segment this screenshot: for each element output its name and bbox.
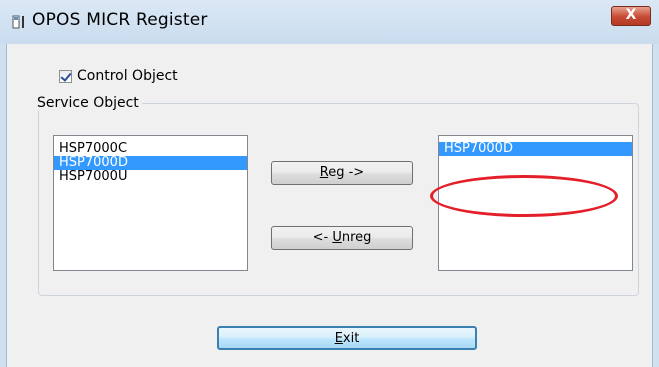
control-object-label: Control Object [77,68,178,84]
register-button-accelerator: R [319,165,329,180]
register-button[interactable]: Reg -> [271,161,413,185]
title-bar[interactable]: OPOS MICR Register X [0,0,659,44]
registered-service-objects-list[interactable]: HSP7000D [438,135,633,271]
service-object-group-label: Service Object [34,95,142,111]
list-item[interactable]: HSP7000C [54,142,247,156]
list-item-selected[interactable]: HSP7000D [439,142,632,156]
exit-button-accelerator: E [334,331,343,346]
unregister-button[interactable]: <- Unreg [271,226,413,250]
list-item[interactable]: HSP7000U [54,170,247,184]
dialog-client-area: Control Object Service Object HSP7000C H… [6,44,653,367]
register-button-label: eg -> [328,165,365,180]
opos-micr-register-window: OPOS MICR Register X Control Object Serv… [0,0,659,367]
unregister-button-prefix: <- [312,230,333,245]
unregister-button-accelerator: U [332,230,342,245]
exit-button-label: xit [342,331,360,346]
control-object-checkbox-row[interactable]: Control Object [59,66,178,86]
window-title: OPOS MICR Register [32,10,208,30]
app-window-icon [12,15,24,29]
control-object-checkbox[interactable] [59,69,72,83]
exit-button[interactable]: Exit [217,326,477,350]
list-item-selected[interactable]: HSP7000D [54,156,247,170]
unregister-button-label: nreg [341,230,372,245]
close-icon: X [625,7,637,23]
close-button[interactable]: X [611,6,651,26]
available-service-objects-list[interactable]: HSP7000C HSP7000D HSP7000U [53,135,248,271]
